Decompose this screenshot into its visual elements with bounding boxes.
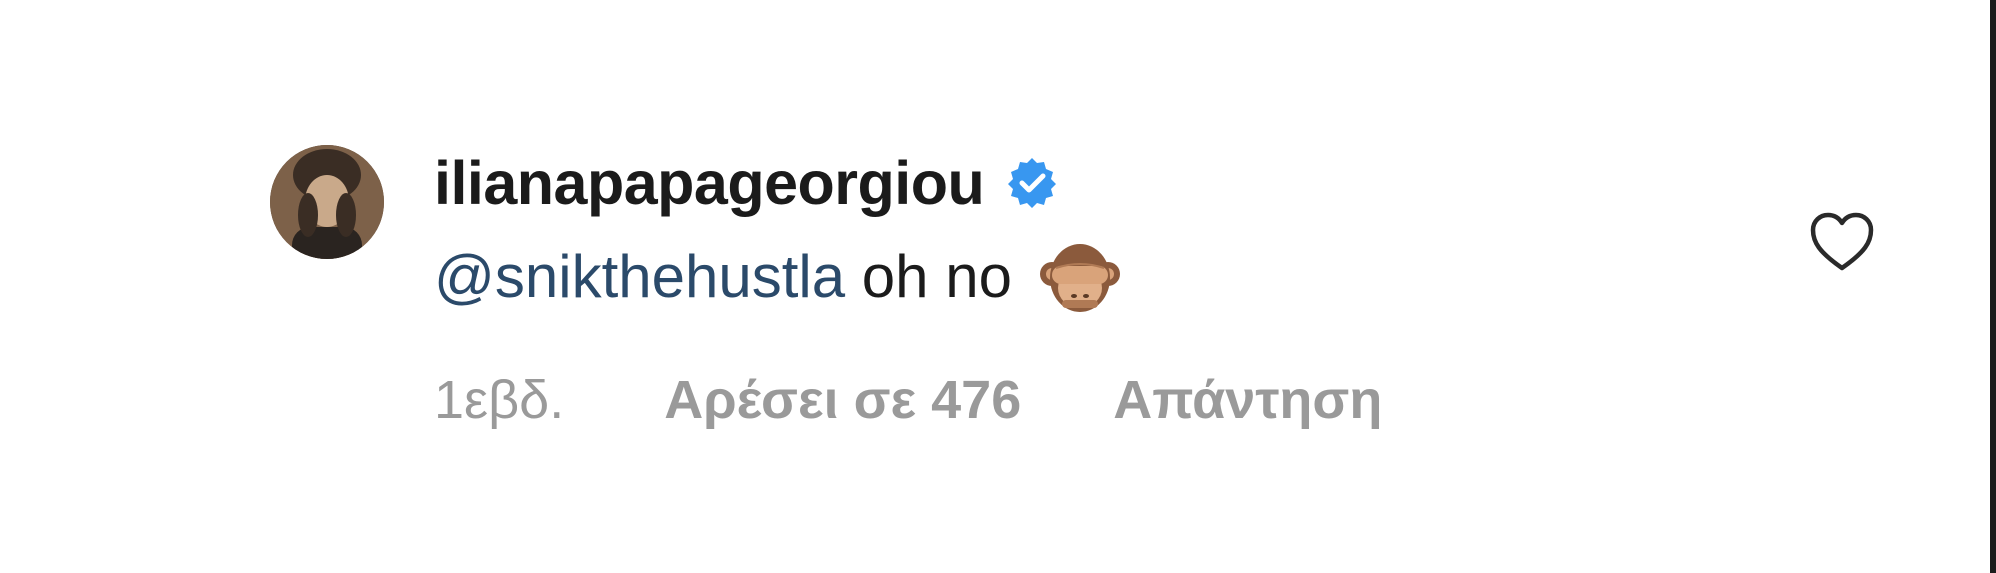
verified-badge-icon [1006, 157, 1058, 209]
comment-item: ilianapapageorgiou @snikthehustla oh no [0, 0, 1990, 573]
see-no-evil-monkey-icon [1038, 238, 1122, 316]
avatar[interactable] [270, 145, 384, 259]
mention-link[interactable]: @snikthehustla [434, 237, 845, 317]
page: ilianapapageorgiou @snikthehustla oh no [0, 0, 1996, 573]
heart-icon[interactable] [1809, 212, 1875, 272]
timestamp[interactable]: 1εβδ. [434, 369, 564, 431]
avatar-photo [270, 145, 384, 259]
comment-meta: 1εβδ. Αρέσει σε 476 Απάντηση [434, 360, 1382, 440]
comment-text: @snikthehustla oh no [434, 237, 1122, 317]
comment-body: oh no [861, 243, 1012, 310]
likes-count-link[interactable]: Αρέσει σε 476 [664, 369, 1021, 431]
window-edge [1990, 0, 1996, 573]
reply-button[interactable]: Απάντηση [1113, 369, 1382, 431]
username-link[interactable]: ilianapapageorgiou [434, 148, 985, 218]
username-row: ilianapapageorgiou [434, 148, 1058, 218]
